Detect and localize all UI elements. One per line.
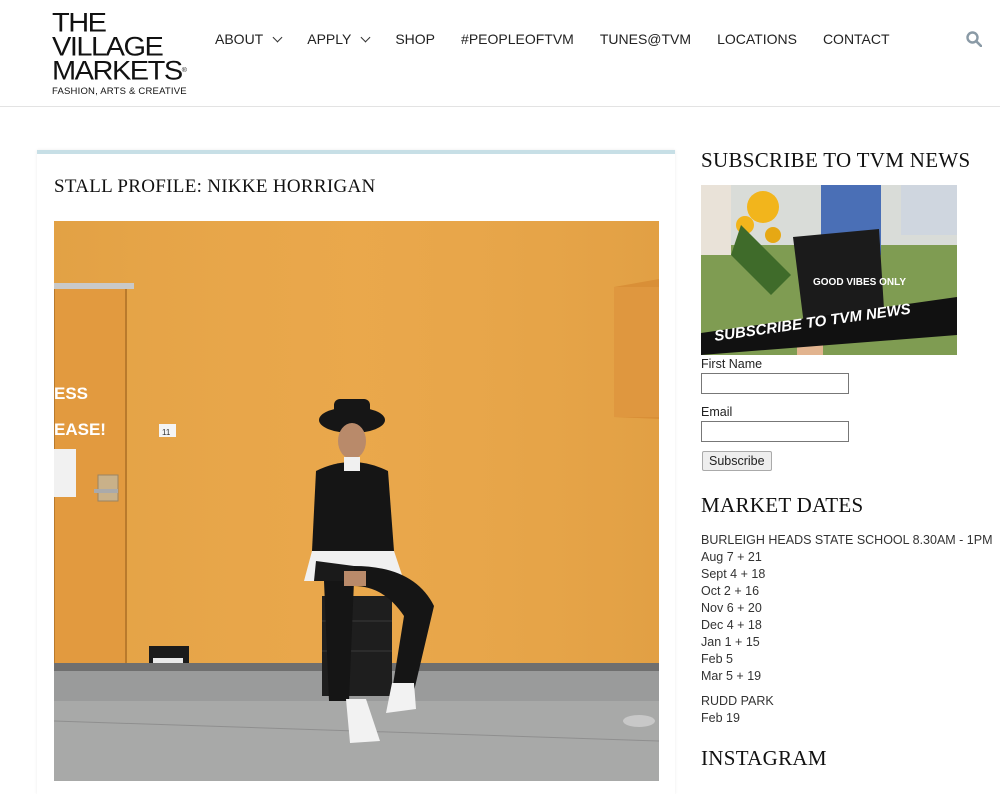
email-field[interactable] <box>701 421 849 442</box>
post-title[interactable]: STALL PROFILE: NIKKE HORRIGAN <box>54 176 376 198</box>
nav-label: CONTACT <box>822 31 890 47</box>
date-item: Aug 7 + 21 <box>701 550 762 564</box>
logo-line-3: MARKETS® <box>52 56 187 86</box>
chevron-down-icon <box>272 32 283 42</box>
date-item: Oct 2 + 16 <box>701 584 760 598</box>
date-item: Jan 1 + 15 <box>701 635 760 649</box>
nav-label: TUNES@TVM <box>599 31 692 47</box>
nav-item-contact[interactable]: CONTACT <box>823 31 890 47</box>
nav-item-people[interactable]: #PEOPLEOFTVM <box>461 31 574 47</box>
photo-door-text-2: EASE! <box>54 420 106 439</box>
nav-item-shop[interactable]: SHOP <box>395 31 435 47</box>
photo-door-text-1: ESS <box>54 384 88 403</box>
first-name-label: First Name <box>701 357 763 371</box>
nav-item-apply[interactable]: APPLY <box>307 31 371 47</box>
post-photo[interactable]: ESS EASE! 11 <box>54 221 659 781</box>
subscribe-banner[interactable]: GOOD VIBES ONLY SUBSCRIBE TO TVM NEWS <box>701 185 957 355</box>
main-nav: ABOUT APPLY SHOP #PEOPLEOFTVM TUNES@TVM … <box>215 31 916 47</box>
nav-label: ABOUT <box>215 31 264 47</box>
email-label: Email <box>701 405 733 419</box>
site-header: THE VILLAGE MARKETS® FASHION, ARTS & CRE… <box>0 0 1000 107</box>
instagram-heading: INSTAGRAM <box>701 746 827 770</box>
date-item: Nov 6 + 20 <box>701 601 762 615</box>
nav-label: LOCATIONS <box>717 31 797 47</box>
search-icon[interactable] <box>966 31 982 47</box>
banner-bag-text: GOOD VIBES ONLY <box>813 277 906 288</box>
nav-label: #PEOPLEOFTVM <box>461 31 574 47</box>
logo-line-1: THE <box>52 8 107 38</box>
nav-item-about[interactable]: ABOUT <box>215 31 283 47</box>
first-name-field[interactable] <box>701 373 849 394</box>
photo-sign-text: 11 <box>162 428 171 437</box>
date-item: Sept 4 + 18 <box>701 567 766 581</box>
nav-item-tunes[interactable]: TUNES@TVM <box>600 31 691 47</box>
date-item: Mar 5 + 19 <box>701 669 762 683</box>
date-item: Feb 5 <box>701 652 733 666</box>
venue-burleigh: BURLEIGH HEADS STATE SCHOOL 8.30AM - 1PM <box>701 533 993 547</box>
logo-line-2: VILLAGE <box>52 32 164 62</box>
nav-label: APPLY <box>307 31 352 47</box>
market-dates-heading: MARKET DATES <box>701 493 864 517</box>
nav-label: SHOP <box>395 31 436 47</box>
chevron-down-icon <box>360 32 371 42</box>
market-dates-list: BURLEIGH HEADS STATE SCHOOL 8.30AM - 1PM… <box>701 532 993 727</box>
logo-tagline: FASHION, ARTS & CREATIVE <box>52 86 187 97</box>
site-logo[interactable]: THE VILLAGE MARKETS® FASHION, ARTS & CRE… <box>52 8 187 100</box>
subscribe-button[interactable]: Subscribe <box>702 451 772 471</box>
venue-rudd-park: RUDD PARK <box>701 694 774 708</box>
subscribe-heading: SUBSCRIBE TO TVM NEWS <box>701 148 971 172</box>
nav-item-locations[interactable]: LOCATIONS <box>717 31 797 47</box>
date-item: Feb 19 <box>701 711 740 725</box>
date-item: Dec 4 + 18 <box>701 618 762 632</box>
